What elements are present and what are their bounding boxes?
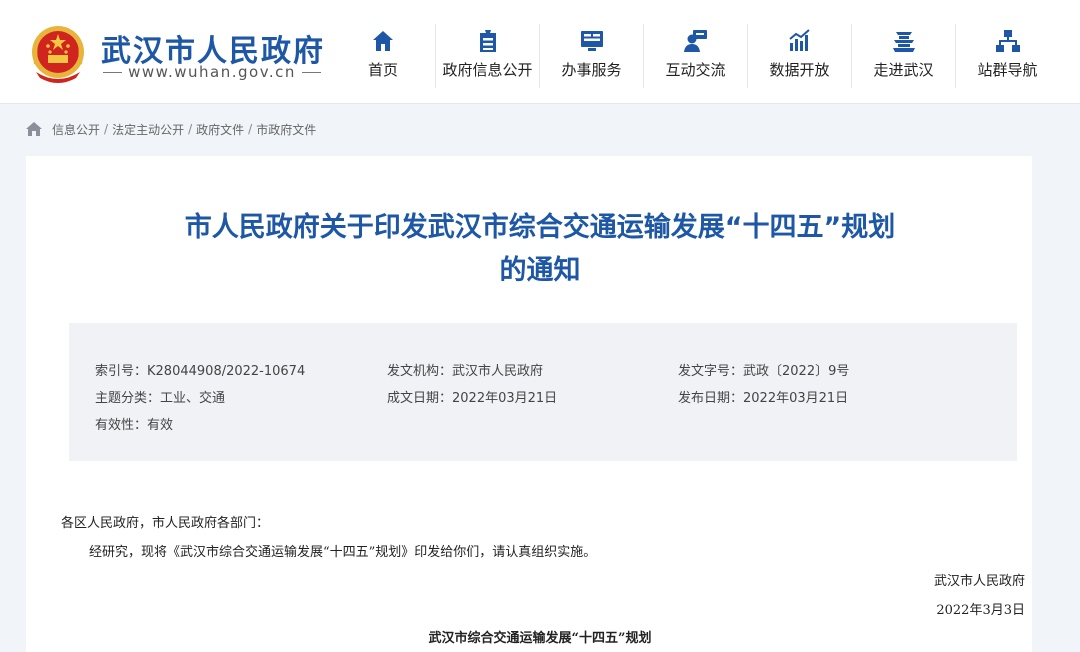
breadcrumb-separator: / xyxy=(248,122,253,136)
nav-item-home[interactable]: 首页 xyxy=(331,24,435,88)
nav-item-open-data[interactable]: 数据开放 xyxy=(747,24,851,88)
meta-category: 主题分类：工业、交通 xyxy=(95,387,226,406)
meta-label: 发文机构： xyxy=(387,364,453,379)
meta-label: 有效性： xyxy=(95,418,148,433)
service-monitor-icon xyxy=(580,31,603,51)
breadcrumb-item[interactable]: 法定主动公开 xyxy=(112,121,184,138)
meta-value: K28044908/2022-10674 xyxy=(147,364,306,379)
body-paragraph: 经研究，现将《武汉市综合交通运输发展“十四五”规划》印发给你们，请认真组织实施。 xyxy=(89,545,597,560)
meta-agency: 发文机构：武汉市人民政府 xyxy=(387,360,544,379)
breadcrumb-separator: / xyxy=(188,122,193,136)
signature: 武汉市人民政府 xyxy=(933,574,1025,589)
meta-value: 工业、交通 xyxy=(160,391,226,406)
nav-label: 互动交流 xyxy=(665,61,726,79)
meta-label: 成文日期： xyxy=(387,391,453,406)
meta-validity: 有效性：有效 xyxy=(95,414,174,433)
salutation: 各区人民政府，市人民政府各部门： xyxy=(61,516,270,531)
meta-label: 发文字号： xyxy=(678,364,744,379)
main-nav: 首页 政府信息公开 办事服务 互动交流 数据开放 走进武汉 站群导航 xyxy=(331,24,1059,88)
interaction-user-icon xyxy=(683,30,707,52)
document-date: 2022年3月3日 xyxy=(936,603,1025,618)
meta-value: 2022年03月21日 xyxy=(743,391,849,406)
breadcrumb-separator: / xyxy=(104,122,109,136)
nav-item-info-disclosure[interactable]: 政府信息公开 xyxy=(435,24,539,88)
breadcrumb: 信息公开 / 法定主动公开 / 政府文件 / 市政府文件 xyxy=(26,121,316,137)
meta-value: 2022年03月21日 xyxy=(452,391,558,406)
meta-doc-number: 发文字号：武政〔2022〕9号 xyxy=(678,360,850,379)
meta-created-date: 成文日期：2022年03月21日 xyxy=(387,387,558,406)
nav-item-interaction[interactable]: 互动交流 xyxy=(643,24,747,88)
meta-value: 武政〔2022〕9号 xyxy=(743,364,850,379)
meta-label: 主题分类： xyxy=(95,391,161,406)
nav-label: 政府信息公开 xyxy=(442,61,533,79)
home-icon xyxy=(373,31,393,51)
sitemap-icon xyxy=(995,30,1020,52)
breadcrumb-item[interactable]: 政府文件 xyxy=(196,121,244,138)
attachment-title: 武汉市综合交通运输发展“十四五”规划 xyxy=(428,631,652,646)
nav-item-sitemap[interactable]: 站群导航 xyxy=(955,24,1059,88)
breadcrumb-item[interactable]: 市政府文件 xyxy=(256,121,316,138)
document-title-line2: 的通知 xyxy=(499,255,581,286)
meta-label: 索引号： xyxy=(95,364,148,379)
meta-label: 发布日期： xyxy=(678,391,744,406)
nav-item-services[interactable]: 办事服务 xyxy=(539,24,643,88)
nav-label: 办事服务 xyxy=(561,61,622,79)
meta-value: 有效 xyxy=(147,418,174,433)
nav-label: 走进武汉 xyxy=(873,61,934,79)
meta-index: 索引号：K28044908/2022-10674 xyxy=(95,360,306,379)
document-metadata: 索引号：K28044908/2022-10674 发文机构：武汉市人民政府 发文… xyxy=(69,323,1017,461)
site-url-text: www.wuhan.gov.cn xyxy=(128,63,296,81)
nav-label: 数据开放 xyxy=(769,61,830,79)
nav-label: 站群导航 xyxy=(977,61,1038,79)
home-icon[interactable] xyxy=(26,122,42,136)
nav-label: 首页 xyxy=(367,61,398,79)
meta-published-date: 发布日期：2022年03月21日 xyxy=(678,387,849,406)
meta-value: 武汉市人民政府 xyxy=(452,364,544,379)
national-emblem-icon[interactable] xyxy=(26,22,90,86)
info-disclosure-icon xyxy=(479,30,496,52)
breadcrumb-item[interactable]: 信息公开 xyxy=(52,121,100,138)
site-header: 武汉市人民政府 www.wuhan.gov.cn 首页 政府信息公开 办事服务 … xyxy=(0,0,1080,104)
nav-item-wuhan[interactable]: 走进武汉 xyxy=(851,24,955,88)
document-title: 市人民政府关于印发武汉市综合交通运输发展“十四五”规划 的通知 xyxy=(0,206,1080,292)
document-title-line1: 市人民政府关于印发武汉市综合交通运输发展“十四五”规划 xyxy=(184,212,896,243)
tower-icon xyxy=(892,32,915,52)
data-chart-icon xyxy=(788,29,810,51)
site-url: www.wuhan.gov.cn xyxy=(103,63,321,81)
